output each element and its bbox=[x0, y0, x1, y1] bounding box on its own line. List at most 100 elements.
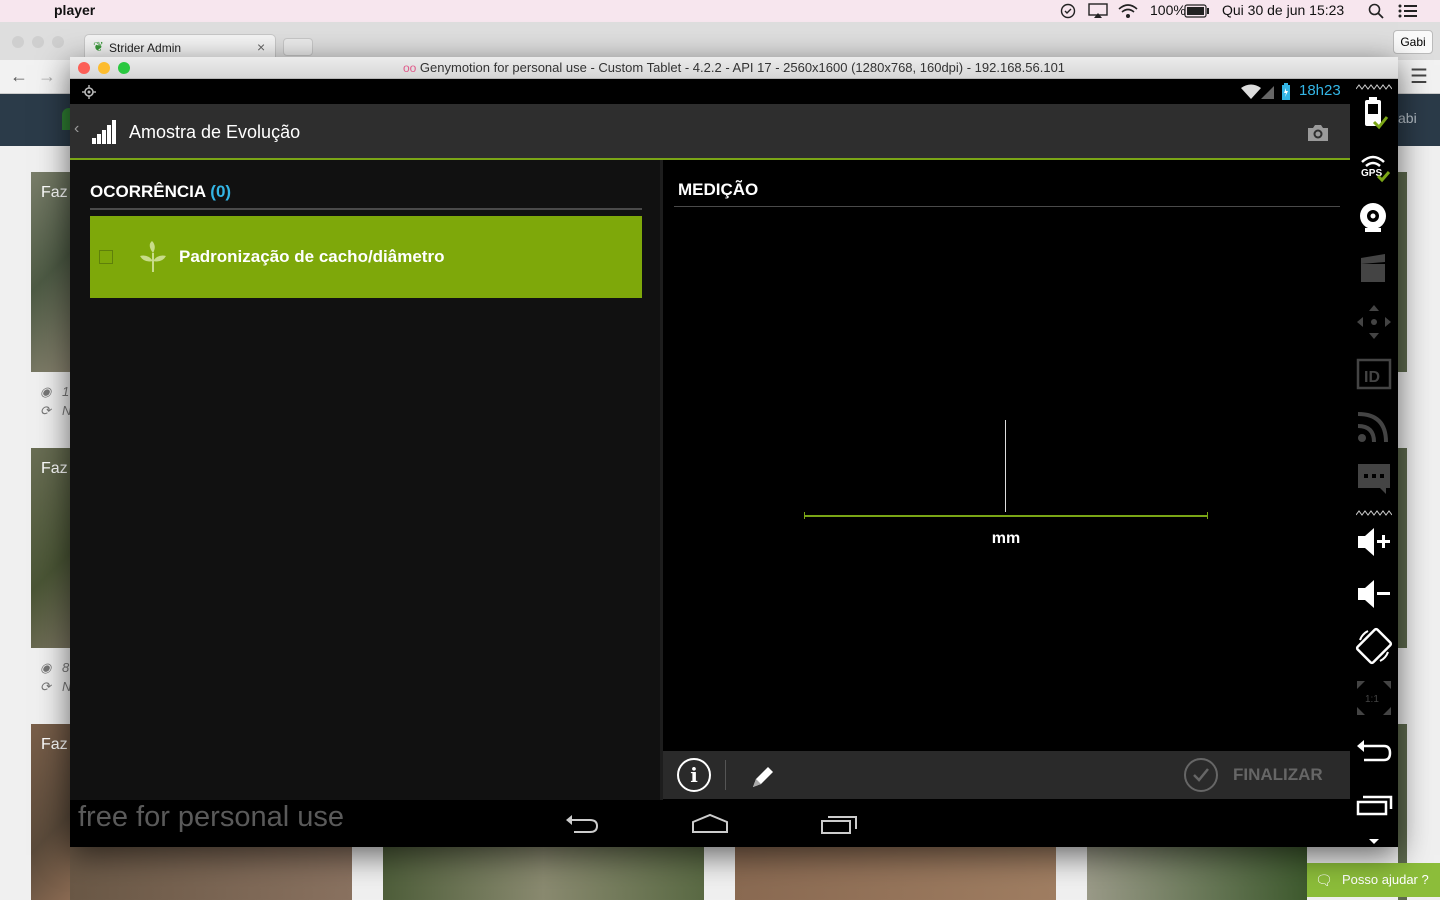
browser-menu-icon[interactable]: ☰ bbox=[1410, 64, 1428, 89]
browser-zoom-button[interactable] bbox=[52, 36, 64, 48]
up-caret-icon[interactable]: ‹ bbox=[74, 120, 79, 138]
measurement-input-line[interactable] bbox=[804, 515, 1208, 517]
menu-bar-clock[interactable]: Qui 30 de jun 15:23 bbox=[1222, 2, 1344, 18]
toolbar-grip-icon bbox=[1356, 84, 1392, 90]
info-icon[interactable]: i bbox=[677, 758, 711, 792]
help-chat-button[interactable]: 🗨 Posso ajudar ? bbox=[1307, 863, 1440, 897]
chat-icon: 🗨 bbox=[1315, 872, 1333, 888]
farm-card-title: Faz bbox=[41, 460, 68, 477]
android-battery-icon bbox=[1282, 83, 1290, 100]
camera-icon[interactable] bbox=[1307, 124, 1329, 142]
device-recent-apps-icon[interactable] bbox=[1354, 786, 1394, 826]
android-back-icon[interactable] bbox=[564, 812, 600, 836]
globe-icon: ◉ bbox=[40, 384, 52, 399]
farm-card-2[interactable]: Faz bbox=[31, 448, 71, 648]
android-clock: 18h23 bbox=[1299, 82, 1341, 99]
sync-icon: ⟳ bbox=[40, 403, 51, 418]
farm-card-meta: 8 bbox=[62, 660, 70, 675]
emulator-title-bar: oo Genymotion for personal use - Custom … bbox=[70, 57, 1398, 79]
emulator-close-button[interactable] bbox=[78, 62, 90, 74]
farm-map-thumbnail[interactable] bbox=[1087, 847, 1307, 900]
occurrence-heading: OCORRÊNCIA (0) bbox=[90, 182, 231, 202]
wifi-icon[interactable] bbox=[1117, 3, 1139, 19]
screencast-widget-icon[interactable] bbox=[1354, 250, 1394, 290]
page-title: Amostra de Evolução bbox=[129, 122, 301, 142]
active-app-name[interactable]: player bbox=[54, 2, 95, 18]
farm-map-thumbnail[interactable] bbox=[383, 847, 704, 900]
back-arrow-icon[interactable]: ← bbox=[10, 66, 28, 87]
device-back-icon[interactable] bbox=[1354, 734, 1394, 774]
farm-map-thumbnail[interactable] bbox=[735, 847, 1056, 900]
occurrence-heading-label: OCORRÊNCIA bbox=[90, 182, 206, 201]
android-status-bar bbox=[70, 80, 1350, 104]
help-chat-label: Posso ajudar ? bbox=[1342, 872, 1429, 887]
farm-card-3[interactable]: Faz bbox=[31, 724, 71, 900]
spotlight-search-icon[interactable] bbox=[1368, 3, 1384, 19]
browser-tab-title: Strider Admin bbox=[109, 41, 182, 55]
browser-minimize-button[interactable] bbox=[32, 36, 44, 48]
measurement-value-cursor bbox=[1005, 420, 1006, 512]
macos-menu-bar: player 100% Qui 30 de jun 15:23 bbox=[0, 0, 1440, 22]
svg-text:ID: ID bbox=[1364, 369, 1380, 386]
occurrence-item-label: Padronização de cacho/diâmetro bbox=[179, 247, 445, 266]
pencil-icon[interactable] bbox=[748, 762, 778, 792]
svg-text:1:1: 1:1 bbox=[1365, 694, 1379, 705]
pixel-perfect-icon[interactable]: 1:1 bbox=[1354, 678, 1394, 718]
farm-card-edge[interactable] bbox=[1398, 172, 1407, 372]
remote-control-widget-icon[interactable] bbox=[1354, 302, 1394, 342]
notification-center-icon[interactable] bbox=[1398, 3, 1418, 19]
site-user-name[interactable]: abi bbox=[1398, 110, 1417, 126]
measurement-heading-rule bbox=[674, 206, 1340, 207]
toolbar-scroll-down-icon[interactable] bbox=[1368, 838, 1380, 846]
battery-percent: 100% bbox=[1150, 2, 1186, 18]
farm-card-edge[interactable] bbox=[1398, 448, 1407, 648]
volume-up-icon[interactable] bbox=[1354, 522, 1394, 562]
android-recents-icon[interactable] bbox=[820, 812, 858, 836]
measurement-line-left-tick bbox=[804, 512, 805, 519]
battery-icon[interactable] bbox=[1184, 4, 1210, 18]
rotate-screen-icon[interactable] bbox=[1354, 626, 1394, 666]
time-machine-icon[interactable] bbox=[1060, 3, 1076, 19]
emulator-minimize-button[interactable] bbox=[98, 62, 110, 74]
occurrence-count: (0) bbox=[210, 182, 232, 201]
close-tab-icon[interactable]: × bbox=[257, 39, 265, 55]
sms-widget-icon[interactable] bbox=[1354, 458, 1394, 498]
farm-card-title: Faz bbox=[41, 736, 68, 753]
emulator-window-title: Genymotion for personal use - Custom Tab… bbox=[419, 60, 1066, 75]
toolbar-grip-icon bbox=[1356, 510, 1392, 516]
new-tab-button[interactable] bbox=[283, 38, 313, 56]
airplay-icon[interactable] bbox=[1088, 3, 1108, 19]
measurement-unit-label: mm bbox=[991, 530, 1021, 547]
device-id-widget-icon[interactable]: ID bbox=[1354, 354, 1394, 394]
webcam-widget-icon[interactable] bbox=[1354, 198, 1394, 238]
occurrence-checkbox[interactable] bbox=[99, 250, 113, 264]
measurement-heading: MEDIÇÃO bbox=[678, 180, 759, 199]
battery-widget-icon[interactable] bbox=[1354, 94, 1394, 134]
profile-button[interactable]: Gabi bbox=[1393, 30, 1433, 54]
gps-status-icon bbox=[82, 85, 96, 99]
emulator-zoom-button[interactable] bbox=[118, 62, 130, 74]
android-signal-icon bbox=[1261, 86, 1274, 99]
android-wifi-icon bbox=[1241, 84, 1261, 99]
site-leaf-icon: ❦ bbox=[93, 39, 104, 54]
farm-card-title: Faz bbox=[41, 184, 68, 201]
plant-sprout-icon bbox=[140, 241, 166, 272]
measurement-panel bbox=[663, 160, 1350, 750]
sync-icon: ⟳ bbox=[40, 679, 51, 694]
measurement-line-right-tick bbox=[1207, 512, 1208, 519]
farm-card-1[interactable]: Faz bbox=[31, 172, 71, 372]
occurrence-heading-rule bbox=[90, 208, 642, 210]
app-signal-bars-icon[interactable] bbox=[92, 120, 118, 144]
browser-close-button[interactable] bbox=[12, 36, 24, 48]
android-home-icon[interactable] bbox=[690, 812, 730, 836]
genymotion-logo-icon: oo bbox=[402, 61, 417, 75]
globe-icon: ◉ bbox=[40, 660, 52, 675]
volume-down-icon[interactable] bbox=[1354, 574, 1394, 614]
gps-widget-icon[interactable]: GPS bbox=[1354, 146, 1394, 186]
checkmark-icon bbox=[1184, 758, 1218, 792]
forward-arrow-icon[interactable]: → bbox=[38, 66, 56, 87]
farm-map-thumbnail[interactable] bbox=[70, 847, 352, 900]
personal-use-watermark: free for personal use bbox=[78, 801, 344, 833]
finish-button-label: FINALIZAR bbox=[1233, 765, 1323, 784]
rss-widget-icon[interactable] bbox=[1354, 406, 1394, 446]
